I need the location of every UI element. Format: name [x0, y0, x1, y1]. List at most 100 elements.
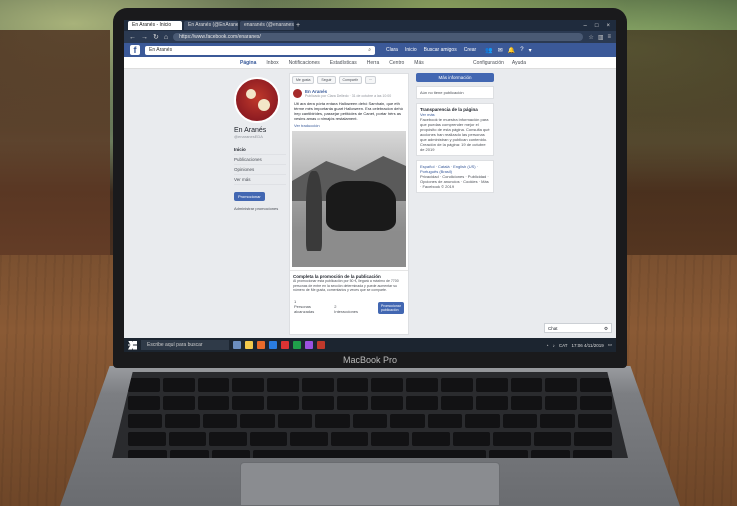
nav-create[interactable]: Crear	[464, 47, 477, 53]
windows-start-icon[interactable]	[128, 340, 137, 350]
left-nav-reviews[interactable]: Opiniones	[234, 165, 286, 175]
bookmark-icon[interactable]: ☆	[588, 34, 593, 41]
right-card-text: Aún no tiene publicación	[420, 90, 464, 95]
more-options-button[interactable]: ···	[364, 76, 377, 84]
url-input[interactable]: https://www.facebook.com/enaranes/	[173, 33, 584, 41]
firefox-icon[interactable]	[257, 341, 265, 349]
app-icon[interactable]	[317, 341, 325, 349]
taskbar-search-input[interactable]: Escribe aquí para buscar	[141, 340, 229, 350]
post-actions: Me gusta Seguir Compartir ···	[290, 74, 408, 86]
facebook-search-input[interactable]: En Aranés ⌕	[145, 45, 375, 55]
minimize-button[interactable]: –	[584, 23, 587, 29]
nav-home[interactable]: Inicio	[405, 47, 417, 53]
promotion-box: Completa la promoción de la publicación …	[290, 270, 408, 296]
like-button[interactable]: Me gusta	[292, 76, 315, 84]
page-tabs-right: Configuración Ayuda	[473, 60, 616, 66]
app-icon[interactable]	[293, 341, 301, 349]
tray-language[interactable]: CAT	[559, 343, 568, 348]
forward-arrow-icon[interactable]: →	[141, 34, 148, 41]
page-content: En Aranés @enaranesEDA Inicio Publicacio…	[124, 69, 616, 349]
tab-center[interactable]: Centro	[389, 60, 404, 66]
task-view-icon[interactable]	[233, 341, 241, 349]
system-tray: ◔ ♪ CAT 17:06 4/11/2019 ▭	[546, 342, 612, 348]
left-nav-posts[interactable]: Publicaciones	[234, 155, 286, 165]
more-info-button[interactable]: Más información	[416, 73, 494, 82]
nav-profile[interactable]: Clara	[386, 47, 398, 53]
search-value: En Aranés	[149, 46, 173, 53]
wifi-icon[interactable]: ◔	[546, 343, 549, 348]
left-nav: Inicio Publicaciones Opiniones Ver más	[234, 145, 286, 185]
share-button[interactable]: Compartir	[338, 76, 362, 84]
tab-page[interactable]: Página	[240, 60, 256, 66]
back-arrow-icon[interactable]: ←	[129, 34, 136, 41]
manage-promotions-link[interactable]: Administrar promociones	[234, 206, 286, 211]
page-avatar[interactable]	[234, 77, 280, 123]
post-author-avatar[interactable]	[293, 89, 302, 98]
browser-tab-bar: En Aranés - Inicio En Aranés (@EnAranes)…	[124, 20, 616, 31]
close-button[interactable]: ×	[606, 23, 610, 29]
app-icon[interactable]	[305, 341, 313, 349]
left-nav-more[interactable]: Ver más	[234, 175, 286, 185]
app-icon[interactable]	[281, 341, 289, 349]
tray-clock[interactable]: 17:06 4/11/2019	[572, 343, 604, 348]
notifications-tray-icon[interactable]: ▭	[608, 342, 612, 348]
stat-interactions: 2 Interacciones	[334, 303, 359, 314]
library-icon[interactable]: ▥	[598, 34, 604, 41]
footer-links[interactable]: Privacidad · Condiciones · Publicidad · …	[420, 174, 490, 189]
mail-icon[interactable]	[269, 341, 277, 349]
reload-icon[interactable]: ↻	[153, 33, 159, 41]
facebook-icons: 👥 ✉ 🔔 ? ▾	[485, 47, 531, 54]
home-icon[interactable]: ⌂	[164, 34, 168, 41]
post-photo[interactable]	[292, 131, 406, 267]
page-name: En Aranés	[234, 127, 267, 134]
stat-reach: 1 Personas alcanzadas	[294, 298, 315, 314]
post-stats: 1 Personas alcanzadas 2 Interacciones Prom…	[290, 296, 408, 317]
menu-icon[interactable]: ≡	[607, 34, 611, 41]
browser-tab[interactable]: enaranés (@enaranes) • Inst…	[240, 21, 294, 30]
tab-help[interactable]: Ayuda	[512, 60, 526, 66]
tab-more[interactable]: Más	[414, 60, 423, 66]
chat-settings-icon[interactable]: ⚙	[604, 324, 608, 332]
friends-icon[interactable]: 👥	[485, 47, 492, 54]
page-sidebar: En Aranés @enaranesEDA Inicio Publicacio…	[234, 77, 286, 211]
browser-tab[interactable]: En Aranés (@EnAranes) / Twi…	[184, 21, 238, 30]
nav-find-friends[interactable]: Buscar amigos	[424, 47, 457, 53]
promote-button[interactable]: Promocionar	[234, 192, 265, 201]
browser-tab[interactable]: En Aranés - Inicio	[128, 21, 182, 30]
windows-taskbar: Escribe aquí para buscar ◔ ♪ CAT 17:06 4…	[124, 338, 616, 352]
new-tab-button[interactable]: +	[296, 22, 300, 29]
promotion-description: Al promocionar esta publicación por 50 €…	[293, 279, 399, 292]
volume-icon[interactable]: ♪	[553, 343, 555, 348]
chat-box[interactable]: Chat ⚙	[544, 323, 612, 333]
avatar-logo-part	[258, 99, 270, 111]
photo-cow	[326, 181, 396, 231]
page-tabs: Página Inbox Notificaciones Estadísticas…	[124, 57, 616, 69]
messenger-icon[interactable]: ✉	[498, 47, 503, 54]
tab-tools[interactable]: Herra	[367, 60, 380, 66]
chevron-down-icon[interactable]: ▾	[529, 47, 532, 54]
trackpad	[240, 462, 500, 506]
tab-settings[interactable]: Configuración	[473, 60, 504, 66]
browser-extensions: ☆ ▥ ≡	[588, 34, 611, 41]
file-explorer-icon[interactable]	[245, 341, 253, 349]
facebook-logo-icon[interactable]: f	[130, 45, 140, 55]
tab-inbox[interactable]: Inbox	[266, 60, 278, 66]
page-handle[interactable]: @enaranesEDA	[234, 134, 286, 139]
maximize-button[interactable]: □	[595, 23, 599, 29]
promote-post-button[interactable]: Promocionar publicación	[378, 301, 404, 314]
background-window-right	[627, 30, 737, 260]
tab-notifications[interactable]: Notificaciones	[289, 60, 320, 66]
post-card: Me gusta Seguir Compartir ··· En Aranés …	[289, 73, 409, 335]
photo-scene: MacBook Pro En Aranés - Inicio En Aranés…	[0, 0, 737, 506]
follow-button[interactable]: Seguir	[317, 76, 336, 84]
language-links[interactable]: Español · Català · English (US) · Portug…	[420, 164, 490, 174]
see-translation-link[interactable]: Ver traducción	[290, 123, 408, 128]
right-column: Más información Aún no tiene publicación…	[416, 73, 494, 193]
left-nav-home[interactable]: Inicio	[234, 145, 286, 155]
chat-label: Chat	[548, 326, 558, 331]
notifications-icon[interactable]: 🔔	[508, 47, 515, 54]
help-icon[interactable]: ?	[520, 47, 523, 54]
search-icon[interactable]: ⌕	[368, 46, 371, 55]
laptop-screen: En Aranés - Inicio En Aranés (@EnAranes)…	[124, 20, 616, 352]
tab-statistics[interactable]: Estadísticas	[330, 60, 357, 66]
